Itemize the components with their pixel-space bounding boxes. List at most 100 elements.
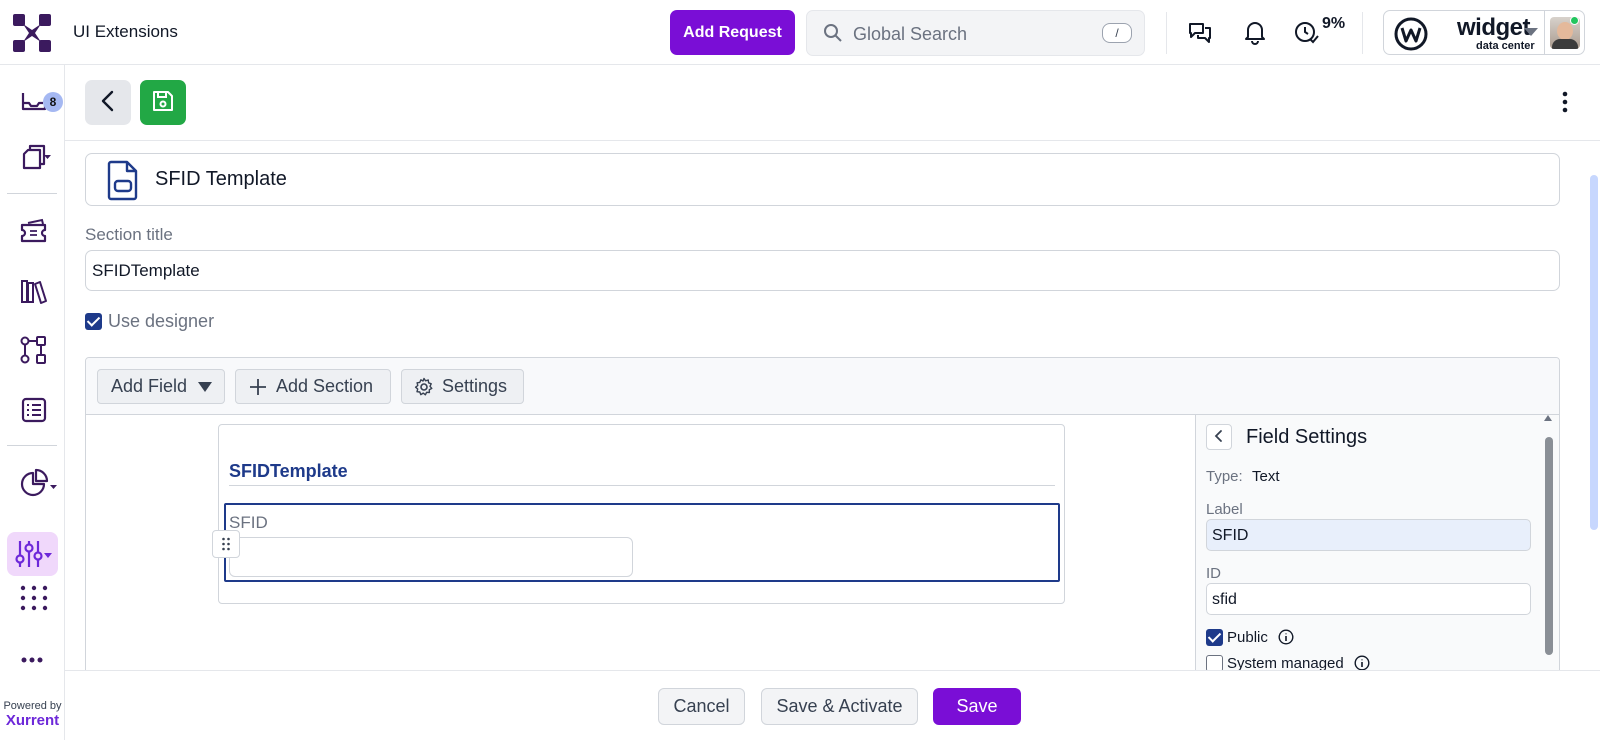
inbox-badge: 8 bbox=[43, 92, 63, 112]
public-checkbox[interactable]: Public bbox=[1206, 628, 1294, 646]
global-search[interactable]: Global Search / bbox=[806, 10, 1145, 56]
add-request-button[interactable]: Add Request bbox=[670, 10, 795, 55]
save-and-activate-button[interactable]: Save & Activate bbox=[761, 688, 918, 725]
account-divider bbox=[1544, 11, 1545, 54]
xurrent-logo-icon[interactable] bbox=[13, 14, 51, 52]
search-placeholder: Global Search bbox=[853, 24, 968, 44]
online-status-dot bbox=[1570, 16, 1579, 25]
sidebar-item-reports[interactable] bbox=[14, 390, 54, 430]
ticket-icon bbox=[20, 218, 47, 243]
page-scrollbar-thumb[interactable] bbox=[1590, 175, 1598, 530]
caret-down-icon bbox=[198, 382, 212, 392]
top-header: UI Extensions Add Request Global Search … bbox=[0, 0, 1600, 65]
clock-progress-icon[interactable] bbox=[1293, 19, 1319, 45]
widget-logo-icon bbox=[1394, 17, 1428, 51]
sidebar-item-tickets[interactable] bbox=[14, 212, 54, 252]
section-title-value: SFIDTemplate bbox=[92, 261, 200, 280]
search-icon bbox=[824, 24, 842, 42]
add-section-label: Add Section bbox=[276, 376, 374, 396]
use-designer-check[interactable] bbox=[85, 313, 102, 330]
add-field-label: Add Field bbox=[111, 376, 188, 396]
system-managed-checkbox[interactable]: System managed bbox=[1206, 654, 1370, 672]
workflow-icon bbox=[20, 336, 46, 364]
sfid-input-preview[interactable] bbox=[229, 537, 633, 577]
use-designer-checkbox[interactable]: Use designer bbox=[85, 311, 214, 332]
sidebar-item-more[interactable] bbox=[14, 640, 54, 680]
settings-label: Settings bbox=[442, 376, 508, 396]
section-title-label: Section title bbox=[85, 225, 173, 244]
app-title: UI Extensions bbox=[73, 22, 178, 41]
pie-chart-icon bbox=[20, 468, 57, 497]
org-name: widget bbox=[1457, 14, 1531, 41]
sidebar-item-analytics[interactable] bbox=[14, 463, 57, 503]
drag-dots-icon bbox=[222, 537, 230, 551]
use-designer-label: Use designer bbox=[108, 311, 215, 331]
field-settings-back-button[interactable] bbox=[1206, 424, 1232, 450]
designer-section-heading: SFIDTemplate bbox=[229, 461, 348, 481]
plus-icon bbox=[250, 379, 266, 395]
system-managed-check[interactable] bbox=[1206, 654, 1223, 672]
add-field-button[interactable]: Add Field bbox=[97, 369, 225, 404]
field-id-input[interactable]: sfid bbox=[1206, 583, 1531, 615]
sidebar-item-requests[interactable] bbox=[14, 137, 54, 177]
list-document-icon bbox=[21, 397, 47, 423]
field-type-key: Type: bbox=[1206, 468, 1243, 485]
field-label-input-value: SFID bbox=[1212, 527, 1249, 544]
sidebar-item-workflows[interactable] bbox=[14, 330, 54, 370]
field-id-input-value: sfid bbox=[1212, 591, 1237, 608]
chevron-left-icon bbox=[101, 90, 114, 112]
sidebar-divider bbox=[7, 445, 57, 446]
field-settings-panel: Field Settings Type: Text Label SFID ID … bbox=[1195, 415, 1559, 676]
document-icon bbox=[107, 160, 138, 201]
brand-name[interactable]: Xurrent bbox=[0, 712, 65, 729]
save-button[interactable]: Save bbox=[933, 688, 1021, 725]
info-icon[interactable] bbox=[1278, 629, 1294, 645]
sidebar-divider bbox=[7, 193, 57, 194]
avatar-face bbox=[1557, 22, 1573, 40]
chevron-left-icon bbox=[1214, 429, 1222, 442]
cancel-button[interactable]: Cancel bbox=[658, 688, 745, 725]
section-title-input[interactable]: SFIDTemplate bbox=[85, 250, 1560, 291]
header-divider bbox=[1166, 12, 1167, 54]
public-check[interactable] bbox=[1206, 628, 1223, 646]
sidebar-item-library[interactable] bbox=[14, 272, 54, 312]
sidebar-item-settings[interactable] bbox=[7, 532, 58, 576]
info-icon[interactable] bbox=[1354, 655, 1370, 671]
caret-down-icon bbox=[1524, 28, 1538, 36]
gear-icon bbox=[414, 377, 433, 396]
avatar-shirt bbox=[1552, 39, 1578, 49]
copy-documents-icon bbox=[22, 144, 51, 170]
field-id-key: ID bbox=[1206, 565, 1221, 582]
field-type-value: Text bbox=[1252, 468, 1280, 485]
back-button[interactable] bbox=[85, 80, 131, 125]
bell-icon[interactable] bbox=[1242, 19, 1268, 45]
settings-button[interactable]: Settings bbox=[401, 369, 524, 404]
field-label-input[interactable]: SFID bbox=[1206, 519, 1531, 551]
section-divider bbox=[229, 485, 1055, 486]
page-toolbar bbox=[65, 65, 1600, 141]
sidebar-item-inbox[interactable]: 8 bbox=[14, 79, 63, 119]
org-subtitle: data center bbox=[1476, 40, 1535, 52]
chat-bubbles-icon[interactable] bbox=[1187, 19, 1213, 45]
save-icon-button[interactable] bbox=[140, 80, 186, 125]
sliders-icon bbox=[15, 541, 52, 567]
account-switcher[interactable]: widget data center bbox=[1383, 10, 1585, 55]
left-sidebar: 8 bbox=[0, 65, 65, 740]
form-footer: Cancel Save & Activate Save bbox=[65, 670, 1600, 740]
selected-field[interactable]: SFID bbox=[212, 503, 1060, 582]
panel-scroll-up-icon[interactable] bbox=[1543, 413, 1553, 423]
kebab-menu-icon[interactable] bbox=[1560, 90, 1570, 114]
grid-dots-icon bbox=[20, 585, 48, 611]
sidebar-item-apps[interactable] bbox=[14, 578, 54, 618]
drag-handle[interactable] bbox=[212, 530, 240, 558]
designer-section-card[interactable]: SFIDTemplate SFID bbox=[212, 424, 1065, 604]
public-label: Public bbox=[1227, 628, 1268, 646]
panel-scrollbar-thumb[interactable] bbox=[1545, 437, 1553, 655]
name-value: SFID Template bbox=[155, 168, 287, 190]
field-settings-title: Field Settings bbox=[1246, 426, 1368, 448]
name-field: SFID Template bbox=[85, 153, 1560, 206]
floppy-disk-icon bbox=[153, 91, 173, 111]
books-icon bbox=[21, 280, 47, 304]
search-shortcut-key: / bbox=[1102, 23, 1132, 43]
add-section-button[interactable]: Add Section bbox=[235, 369, 391, 404]
